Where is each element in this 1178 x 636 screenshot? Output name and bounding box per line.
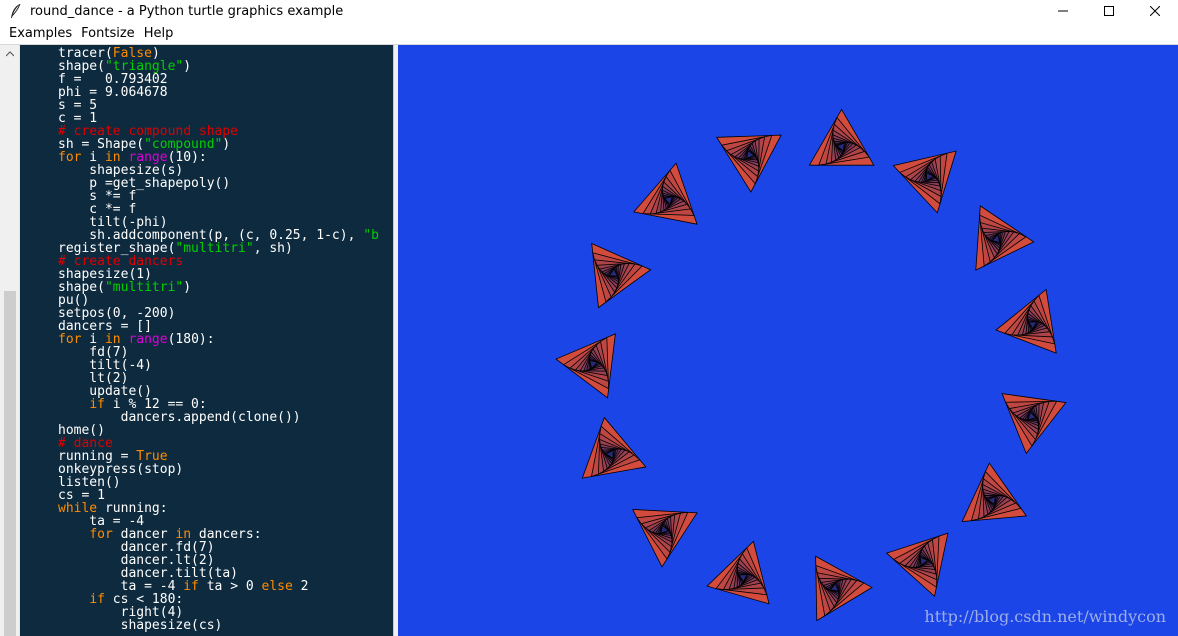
dancer-triangle [581, 416, 647, 479]
code-token: else [261, 579, 293, 594]
dancer-triangle [961, 462, 1028, 522]
scroll-thumb[interactable] [4, 291, 16, 636]
dancer-triangle [632, 509, 698, 568]
code-token: "multitri" [104, 280, 184, 295]
code-token: "multitri" [175, 241, 254, 256]
code-token: 2 [292, 579, 309, 594]
code-token: , sh) [253, 241, 293, 256]
code-token: shapesize(cs) [58, 618, 223, 633]
title-bar: round_dance - a Python turtle graphics e… [0, 0, 1178, 22]
maximize-button[interactable] [1086, 0, 1132, 22]
menu-fontsize[interactable]: Fontsize [78, 26, 141, 41]
code-line: shapesize(cs) [20, 619, 379, 632]
dancer-triangle [885, 532, 949, 598]
close-button[interactable] [1132, 0, 1178, 22]
dancer-triangle [975, 205, 1035, 271]
maximize-icon [1104, 6, 1114, 16]
dancer-triangle [808, 108, 875, 166]
turtle-scene [555, 108, 1067, 622]
code-token: if [183, 579, 199, 594]
menu-help[interactable]: Help [141, 26, 180, 41]
dancer-triangle [633, 162, 698, 225]
minimize-icon [1058, 10, 1068, 12]
editor-scrollbar[interactable] [0, 45, 20, 636]
window-controls [1040, 0, 1178, 22]
chevron-up-icon [6, 51, 14, 57]
dancer-triangle [995, 288, 1057, 354]
dancer-triangle [892, 150, 957, 214]
scroll-up-button[interactable] [0, 45, 20, 63]
dancer-triangle [555, 333, 616, 399]
code-token: ) [222, 137, 231, 152]
minimize-button[interactable] [1040, 0, 1086, 22]
dancer-triangle [815, 555, 873, 622]
code-text[interactable]: tracer(False) shape("triangle") f = 0.7934… [20, 47, 379, 632]
dancer-triangle [591, 242, 652, 309]
dancer-triangle [716, 134, 782, 193]
code-token: ) [183, 59, 192, 74]
window-title: round_dance - a Python turtle graphics e… [30, 3, 344, 19]
menu-bar: Examples Fontsize Help [0, 22, 1178, 44]
watermark: http://blog.csdn.net/windycon [924, 607, 1166, 626]
feather-icon [11, 3, 21, 18]
code-token: ) [183, 280, 192, 295]
menu-examples[interactable]: Examples [0, 26, 78, 41]
dancer-triangle [1001, 393, 1067, 455]
code-token: (180): [167, 332, 215, 347]
code-editor[interactable]: tracer(False) shape("triangle") f = 0.7934… [20, 45, 393, 636]
turtle-canvas: http://blog.csdn.net/windycon [398, 45, 1178, 636]
close-icon [1150, 6, 1160, 16]
code-token: range [128, 332, 168, 347]
dancer-triangle [706, 540, 770, 605]
code-token: "b [363, 228, 379, 243]
code-token: ta > 0 [198, 579, 262, 594]
